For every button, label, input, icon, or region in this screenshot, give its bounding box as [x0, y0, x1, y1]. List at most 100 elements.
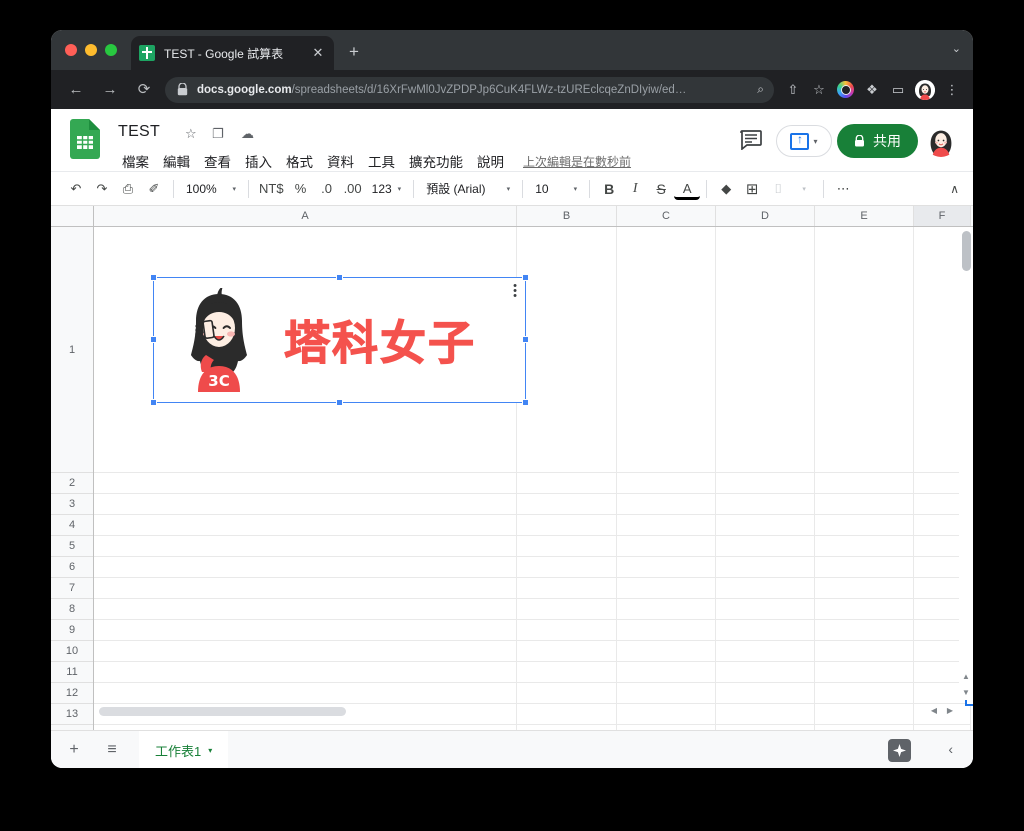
cast-icon[interactable]: ▭	[885, 77, 911, 103]
comment-icon[interactable]	[740, 130, 762, 150]
reload-icon[interactable]: ⟳	[131, 77, 157, 103]
resize-handle-top-center[interactable]	[335, 274, 343, 281]
sheet-tab-worksheet1[interactable]: 工作表1 ▾	[139, 730, 229, 768]
cell-D10[interactable]	[716, 641, 815, 662]
cell-A2[interactable]	[94, 473, 517, 494]
row-header-6[interactable]: 6	[51, 557, 93, 578]
cell-C10[interactable]	[617, 641, 716, 662]
close-icon[interactable]: ✕	[310, 45, 326, 61]
cloud-saved-icon[interactable]: ☁	[241, 126, 254, 142]
cell-A7[interactable]	[94, 578, 517, 599]
resize-handle-middle-right[interactable]	[522, 336, 529, 343]
cell-C2[interactable]	[617, 473, 716, 494]
cell-D2[interactable]	[716, 473, 815, 494]
cell-D11[interactable]	[716, 662, 815, 683]
row-header-3[interactable]: 3	[51, 494, 93, 515]
cell-D4[interactable]	[716, 515, 815, 536]
cell-A9[interactable]	[94, 620, 517, 641]
present-button[interactable]: ▾	[776, 125, 832, 157]
cell-A3[interactable]	[94, 494, 517, 515]
menu-item-help[interactable]: 說明	[470, 150, 511, 172]
cell-C5[interactable]	[617, 536, 716, 557]
fill-color-button[interactable]: ◆	[713, 176, 739, 202]
number-format-dropdown[interactable]: 123 ▾	[366, 176, 408, 202]
cell-D9[interactable]	[716, 620, 815, 641]
horizontal-scrollbar-thumb[interactable]	[99, 707, 346, 716]
menu-item-insert[interactable]: 插入	[238, 150, 279, 172]
cell-C1[interactable]	[617, 227, 716, 473]
scroll-right-icon[interactable]: ▶	[943, 704, 957, 718]
extension-colorful-icon[interactable]	[837, 81, 854, 98]
row-header-4[interactable]: 4	[51, 515, 93, 536]
merge-cells-button[interactable]: ⌷	[765, 176, 791, 202]
column-header-D[interactable]: D	[716, 206, 815, 226]
browser-tab[interactable]: TEST - Google 試算表 ✕	[131, 36, 334, 70]
share-icon[interactable]: ⇧	[780, 77, 806, 103]
cell-C3[interactable]	[617, 494, 716, 515]
horizontal-scrollbar[interactable]	[94, 704, 928, 718]
column-header-A[interactable]: A	[94, 206, 517, 226]
back-icon[interactable]: ←	[63, 77, 89, 103]
last-edit-status[interactable]: 上次編輯是在數秒前	[523, 153, 631, 170]
cell-B3[interactable]	[517, 494, 617, 515]
cell-C8[interactable]	[617, 599, 716, 620]
browser-menu-icon[interactable]: ⋮	[939, 77, 965, 103]
scroll-down-icon[interactable]: ▼	[959, 686, 973, 700]
vertical-scrollbar-thumb[interactable]	[962, 231, 971, 271]
address-bar[interactable]: docs.google.com/spreadsheets/d/16XrFwMl0…	[165, 76, 774, 103]
font-size-dropdown[interactable]: 10 ▾	[529, 176, 583, 202]
more-options-button[interactable]: ⋯	[830, 176, 856, 202]
cell-B12[interactable]	[517, 683, 617, 704]
page-title[interactable]: TEST	[118, 123, 160, 141]
resize-handle-top-left[interactable]	[150, 274, 157, 281]
star-icon[interactable]: ☆	[185, 126, 197, 142]
print-button[interactable]: ⎙	[115, 176, 141, 202]
cell-A10[interactable]	[94, 641, 517, 662]
cell-B1[interactable]	[517, 227, 617, 473]
cell-C12[interactable]	[617, 683, 716, 704]
cell-C11[interactable]	[617, 662, 716, 683]
italic-button[interactable]: I	[622, 176, 648, 202]
user-avatar[interactable]	[925, 125, 957, 157]
menu-item-data[interactable]: 資料	[320, 150, 361, 172]
collapse-sidebar-button[interactable]: ‹	[948, 741, 953, 757]
minimize-window-button[interactable]	[85, 44, 97, 56]
add-sheet-button[interactable]: +	[59, 735, 89, 765]
cell-area[interactable]: 3C 塔科女子 • • •	[94, 227, 973, 730]
zoom-dropdown[interactable]: 100% ▾	[180, 176, 242, 202]
font-family-dropdown[interactable]: 預設 (Arial) ▾	[420, 176, 516, 202]
menu-item-format[interactable]: 格式	[279, 150, 320, 172]
column-header-B[interactable]: B	[517, 206, 617, 226]
strikethrough-button[interactable]: S	[648, 176, 674, 202]
chevron-down-icon[interactable]: ▾	[813, 137, 817, 146]
cell-D7[interactable]	[716, 578, 815, 599]
cell-B8[interactable]	[517, 599, 617, 620]
cell-D5[interactable]	[716, 536, 815, 557]
cell-C9[interactable]	[617, 620, 716, 641]
cell-E10[interactable]	[815, 641, 914, 662]
cell-E4[interactable]	[815, 515, 914, 536]
menu-item-extensions[interactable]: 擴充功能	[402, 150, 470, 172]
increase-decimal-button[interactable]: .00	[340, 176, 366, 202]
cell-D8[interactable]	[716, 599, 815, 620]
cell-B10[interactable]	[517, 641, 617, 662]
cell-E6[interactable]	[815, 557, 914, 578]
cell-E12[interactable]	[815, 683, 914, 704]
menu-item-tools[interactable]: 工具	[361, 150, 402, 172]
bold-button[interactable]: B	[596, 176, 622, 202]
cell-E11[interactable]	[815, 662, 914, 683]
row-header-9[interactable]: 9	[51, 620, 93, 641]
cell-E8[interactable]	[815, 599, 914, 620]
search-icon[interactable]: ⌕	[757, 82, 764, 97]
redo-button[interactable]: ↷	[89, 176, 115, 202]
cell-D1[interactable]	[716, 227, 815, 473]
cell-A6[interactable]	[94, 557, 517, 578]
percent-format-button[interactable]: %	[288, 176, 314, 202]
forward-icon[interactable]: →	[97, 77, 123, 103]
undo-button[interactable]: ↶	[63, 176, 89, 202]
extensions-puzzle-icon[interactable]: ❖	[859, 77, 885, 103]
cell-A11[interactable]	[94, 662, 517, 683]
select-all-corner[interactable]	[51, 206, 94, 227]
borders-button[interactable]: ⊞	[739, 176, 765, 202]
row-header-5[interactable]: 5	[51, 536, 93, 557]
